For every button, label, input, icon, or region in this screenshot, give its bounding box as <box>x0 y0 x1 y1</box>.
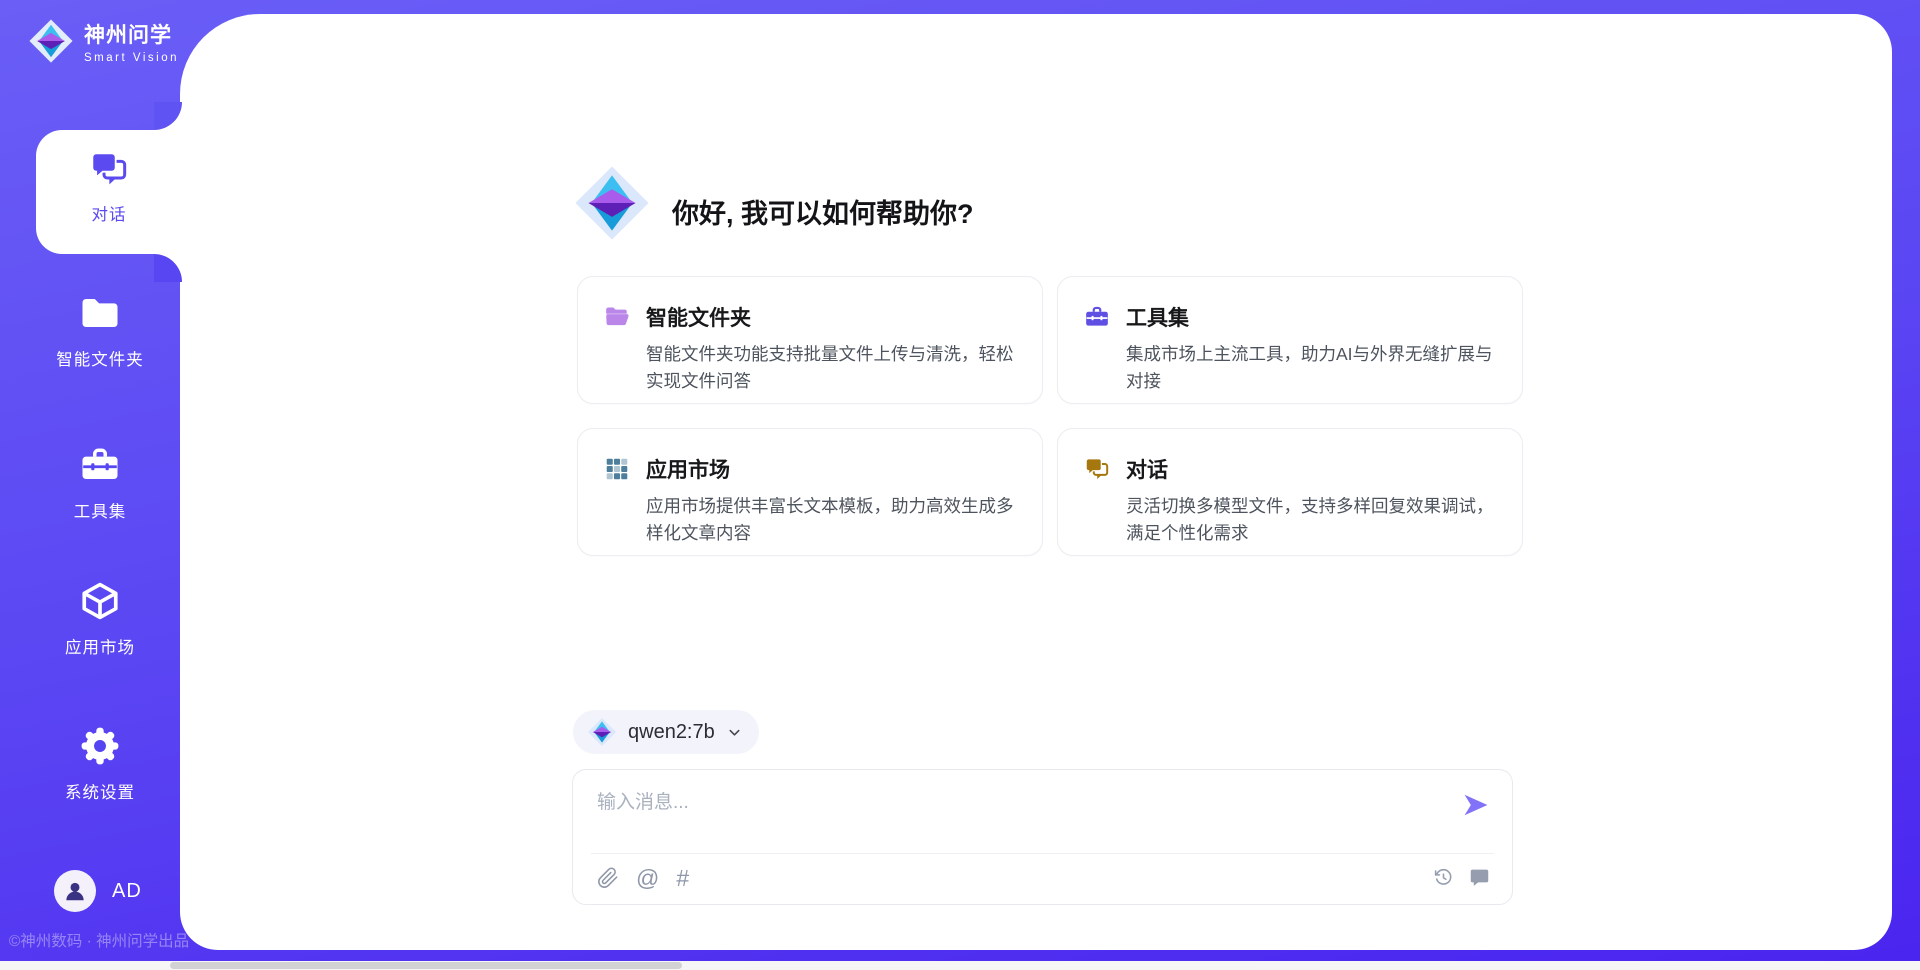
card-title: 智能文件夹 <box>646 302 751 332</box>
horizontal-scrollbar[interactable] <box>0 961 1920 970</box>
card-header: 对话 <box>1084 454 1496 484</box>
model-label: qwen2:7b <box>628 721 715 744</box>
avatar <box>54 870 96 912</box>
card-title: 应用市场 <box>646 454 730 484</box>
model-logo-icon <box>587 717 617 747</box>
brand-name: 神州问学 <box>84 19 179 49</box>
sidebar-item-toolset[interactable]: 工具集 <box>36 444 164 522</box>
card-app-market[interactable]: 应用市场 应用市场提供丰富长文本模板，助力高效生成多样化文章内容 <box>577 428 1043 556</box>
chat-icon <box>1084 456 1110 482</box>
model-selector[interactable]: qwen2:7b <box>573 710 759 754</box>
sidebar-item-chat[interactable]: 对话 <box>36 130 182 254</box>
message-input[interactable] <box>597 786 1427 820</box>
comment-icon[interactable] <box>1469 867 1490 888</box>
composer-tools-right <box>1433 867 1490 888</box>
toolbox-icon <box>79 444 121 486</box>
brand-logo-icon <box>28 18 74 64</box>
chat-icon <box>89 149 129 189</box>
card-description: 集成市场上主流工具，助力AI与外界无缝扩展与对接 <box>1126 341 1502 395</box>
brand-subtitle: Smart Vision <box>84 52 179 64</box>
greeting-logo <box>573 164 651 247</box>
sidebar-item-smart-folder[interactable]: 智能文件夹 <box>36 292 164 370</box>
app-logo-icon <box>573 164 651 242</box>
card-description: 智能文件夹功能支持批量文件上传与清洗，轻松实现文件问答 <box>646 341 1022 395</box>
folder-icon <box>79 292 121 334</box>
card-smart-folder[interactable]: 智能文件夹 智能文件夹功能支持批量文件上传与清洗，轻松实现文件问答 <box>577 276 1043 404</box>
sidebar-item-label: 对话 <box>92 201 127 225</box>
person-icon <box>62 878 88 904</box>
brand-text: 神州问学 Smart Vision <box>84 19 179 64</box>
brand[interactable]: 神州问学 Smart Vision <box>28 18 179 64</box>
folder-open-icon <box>604 304 630 330</box>
paperclip-icon[interactable] <box>597 867 619 889</box>
composer-tools-left: @ # <box>597 866 689 890</box>
card-toolset[interactable]: 工具集 集成市场上主流工具，助力AI与外界无缝扩展与对接 <box>1057 276 1523 404</box>
user-name: AD <box>112 880 142 903</box>
scrollbar-thumb[interactable] <box>170 962 682 969</box>
card-chat[interactable]: 对话 灵活切换多模型文件，支持多样回复效果调试，满足个性化需求 <box>1057 428 1523 556</box>
card-description: 灵活切换多模型文件，支持多样回复效果调试，满足个性化需求 <box>1126 493 1502 547</box>
sidebar-item-settings[interactable]: 系统设置 <box>36 725 164 803</box>
sidebar-item-label: 系统设置 <box>65 779 135 803</box>
sidebar-item-label: 工具集 <box>74 498 127 522</box>
sidebar-footer: ©神州数码 · 神州问学出品 <box>6 929 192 951</box>
sidebar-item-label: 智能文件夹 <box>56 346 144 370</box>
greeting-title: 你好, 我可以如何帮助你? <box>672 192 974 231</box>
toolbox-icon <box>1084 304 1110 330</box>
card-description: 应用市场提供丰富长文本模板，助力高效生成多样化文章内容 <box>646 493 1022 547</box>
send-icon <box>1462 791 1490 819</box>
card-header: 智能文件夹 <box>604 302 1016 332</box>
composer-divider <box>591 853 1494 854</box>
sidebar-item-app-market[interactable]: 应用市场 <box>36 580 164 658</box>
user-account[interactable]: AD <box>54 870 142 912</box>
cube-icon <box>79 580 121 622</box>
card-header: 工具集 <box>1084 302 1496 332</box>
sidebar-item-label: 应用市场 <box>65 634 135 658</box>
send-button[interactable] <box>1462 791 1490 819</box>
chevron-down-icon <box>726 724 743 741</box>
card-header: 应用市场 <box>604 454 1016 484</box>
app-root: 神州问学 Smart Vision 对话 智能文件夹 工具集 <box>0 0 1920 970</box>
message-composer: @ # <box>572 769 1513 905</box>
corner-curve <box>154 102 182 130</box>
corner-curve <box>154 254 182 282</box>
grid-icon <box>604 456 630 482</box>
card-title: 工具集 <box>1126 302 1189 332</box>
card-title: 对话 <box>1126 454 1168 484</box>
topic-icon[interactable]: # <box>676 866 689 890</box>
gear-icon <box>79 725 121 767</box>
mention-icon[interactable]: @ <box>636 866 659 890</box>
history-icon[interactable] <box>1433 867 1454 888</box>
